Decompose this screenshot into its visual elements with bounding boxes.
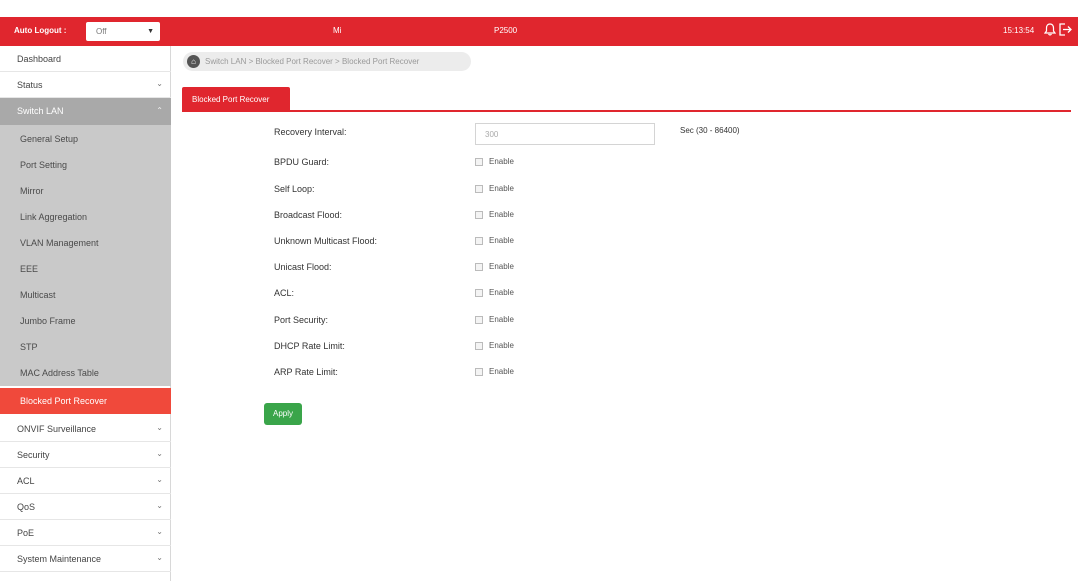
sidebar-item-mirror[interactable]: Mirror xyxy=(0,178,171,204)
chevron-down-icon: ⌄ xyxy=(156,553,163,562)
sidebar-item-label: EEE xyxy=(20,264,39,274)
recovery-interval-hint: Sec (30 - 86400) xyxy=(680,126,740,135)
home-icon[interactable]: ⌂ xyxy=(187,55,200,68)
tab-blocked-port-recover[interactable]: Blocked Port Recover xyxy=(182,87,290,111)
sidebar: Dashboard Status ⌄ Switch LAN ⌃ General … xyxy=(0,46,171,581)
apply-button[interactable]: Apply xyxy=(264,403,302,425)
sidebar-item-security[interactable]: Security ⌄ xyxy=(0,442,171,468)
sidebar-item-label: ONVIF Surveillance xyxy=(17,424,97,434)
sidebar-item-label: Port Setting xyxy=(20,160,68,170)
top-bar: Auto Logout : Off ▼ Mi P2500 15:13:54 xyxy=(0,17,1078,46)
sidebar-item-label: Jumbo Frame xyxy=(20,316,76,326)
acl-checkbox[interactable]: Enable xyxy=(475,288,514,297)
tab-underline xyxy=(182,110,1071,112)
logout-icon[interactable] xyxy=(1057,21,1075,41)
sidebar-item-label: VLAN Management xyxy=(20,238,99,248)
chevron-down-icon: ⌄ xyxy=(156,475,163,484)
sidebar-item-jumbo-frame[interactable]: Jumbo Frame xyxy=(0,308,171,334)
sidebar-item-label: Link Aggregation xyxy=(20,212,88,222)
breadcrumb-text: Switch LAN > Blocked Port Recover > Bloc… xyxy=(205,57,420,66)
checkbox-label: Enable xyxy=(489,210,514,219)
breadcrumb: ⌂ Switch LAN > Blocked Port Recover > Bl… xyxy=(183,52,471,71)
self-loop-checkbox[interactable]: Enable xyxy=(475,184,514,193)
sidebar-item-system-maintenance[interactable]: System Maintenance ⌄ xyxy=(0,546,171,572)
chevron-down-icon: ▼ xyxy=(147,28,154,35)
chevron-down-icon: ⌄ xyxy=(156,527,163,536)
sidebar-item-general-setup[interactable]: General Setup xyxy=(0,126,171,152)
sidebar-item-label: Mirror xyxy=(20,186,44,196)
sidebar-item-label: Multicast xyxy=(20,290,56,300)
recovery-interval-value: 300 xyxy=(485,130,499,139)
sidebar-item-qos[interactable]: QoS ⌄ xyxy=(0,494,171,520)
tab-label: Blocked Port Recover xyxy=(192,95,270,104)
sidebar-item-label: Security xyxy=(17,450,50,460)
checkbox-label: Enable xyxy=(489,367,514,376)
sidebar-item-label: ACL xyxy=(17,476,35,486)
sidebar-item-label: Status xyxy=(17,80,43,90)
sidebar-item-onvif-surveillance[interactable]: ONVIF Surveillance ⌄ xyxy=(0,416,171,442)
checkbox-label: Enable xyxy=(489,262,514,271)
recovery-interval-label: Recovery Interval: xyxy=(274,127,347,137)
unicast-flood-label: Unicast Flood: xyxy=(274,262,332,272)
recovery-interval-input[interactable]: 300 xyxy=(475,123,655,145)
sidebar-item-poe[interactable]: PoE ⌄ xyxy=(0,520,171,546)
broadcast-flood-label: Broadcast Flood: xyxy=(274,210,343,220)
sidebar-item-label: PoE xyxy=(17,528,35,538)
sidebar-item-link-aggregation[interactable]: Link Aggregation xyxy=(0,204,171,230)
sidebar-item-label: QoS xyxy=(17,502,36,512)
chevron-up-icon: ⌃ xyxy=(156,106,163,115)
unknown-multicast-flood-label: Unknown Multicast Flood: xyxy=(274,236,378,246)
dhcp-rate-limit-checkbox[interactable]: Enable xyxy=(475,341,514,350)
sidebar-item-label: Switch LAN xyxy=(17,106,64,116)
sidebar-item-status[interactable]: Status ⌄ xyxy=(0,72,171,98)
port-security-label: Port Security: xyxy=(274,315,329,325)
sidebar-item-port-setting[interactable]: Port Setting xyxy=(0,152,171,178)
checkbox-label: Enable xyxy=(489,288,514,297)
sidebar-item-label: System Maintenance xyxy=(17,554,102,564)
sidebar-item-vlan-management[interactable]: VLAN Management xyxy=(0,230,171,256)
auto-logout-value: Off xyxy=(96,27,107,36)
sidebar-item-switch-lan[interactable]: Switch LAN ⌃ xyxy=(0,98,171,125)
chevron-down-icon: ⌄ xyxy=(156,501,163,510)
sidebar-item-label: Blocked Port Recover xyxy=(20,396,108,406)
header-time: 15:13:54 xyxy=(1003,26,1035,35)
header-model-text: Mi xyxy=(333,26,342,35)
sidebar-item-label: MAC Address Table xyxy=(20,368,99,378)
sidebar-item-acl[interactable]: ACL ⌄ xyxy=(0,468,171,494)
acl-label: ACL: xyxy=(274,288,295,298)
chevron-down-icon: ⌄ xyxy=(156,449,163,458)
sidebar-item-dashboard[interactable]: Dashboard xyxy=(0,46,171,72)
unicast-flood-checkbox[interactable]: Enable xyxy=(475,262,514,271)
checkbox-label: Enable xyxy=(489,157,514,166)
sidebar-item-multicast[interactable]: Multicast xyxy=(0,282,171,308)
sidebar-item-label: General Setup xyxy=(20,134,79,144)
checkbox-label: Enable xyxy=(489,184,514,193)
unknown-multicast-flood-checkbox[interactable]: Enable xyxy=(475,236,514,245)
sidebar-item-label: STP xyxy=(20,342,38,352)
arp-rate-limit-label: ARP Rate Limit: xyxy=(274,367,338,377)
bpdu-guard-label: BPDU Guard: xyxy=(274,157,330,167)
auto-logout-select[interactable]: Off ▼ xyxy=(86,22,160,41)
chevron-down-icon: ⌄ xyxy=(156,79,163,88)
bpdu-guard-checkbox[interactable]: Enable xyxy=(475,157,514,166)
sidebar-item-eee[interactable]: EEE xyxy=(0,256,171,282)
sidebar-item-blocked-port-recover[interactable]: Blocked Port Recover xyxy=(0,388,171,414)
sidebar-item-mac-address-table[interactable]: MAC Address Table xyxy=(0,360,171,386)
self-loop-label: Self Loop: xyxy=(274,184,315,194)
header-device-text: P2500 xyxy=(494,26,518,35)
checkbox-label: Enable xyxy=(489,341,514,350)
checkbox-label: Enable xyxy=(489,315,514,324)
sidebar-item-label: Dashboard xyxy=(17,54,62,64)
broadcast-flood-checkbox[interactable]: Enable xyxy=(475,210,514,219)
arp-rate-limit-checkbox[interactable]: Enable xyxy=(475,367,514,376)
chevron-down-icon: ⌄ xyxy=(156,423,163,432)
auto-logout-label: Auto Logout : xyxy=(14,26,67,35)
sidebar-item-stp[interactable]: STP xyxy=(0,334,171,360)
checkbox-label: Enable xyxy=(489,236,514,245)
dhcp-rate-limit-label: DHCP Rate Limit: xyxy=(274,341,345,351)
port-security-checkbox[interactable]: Enable xyxy=(475,315,514,324)
top-strip xyxy=(0,0,1078,17)
